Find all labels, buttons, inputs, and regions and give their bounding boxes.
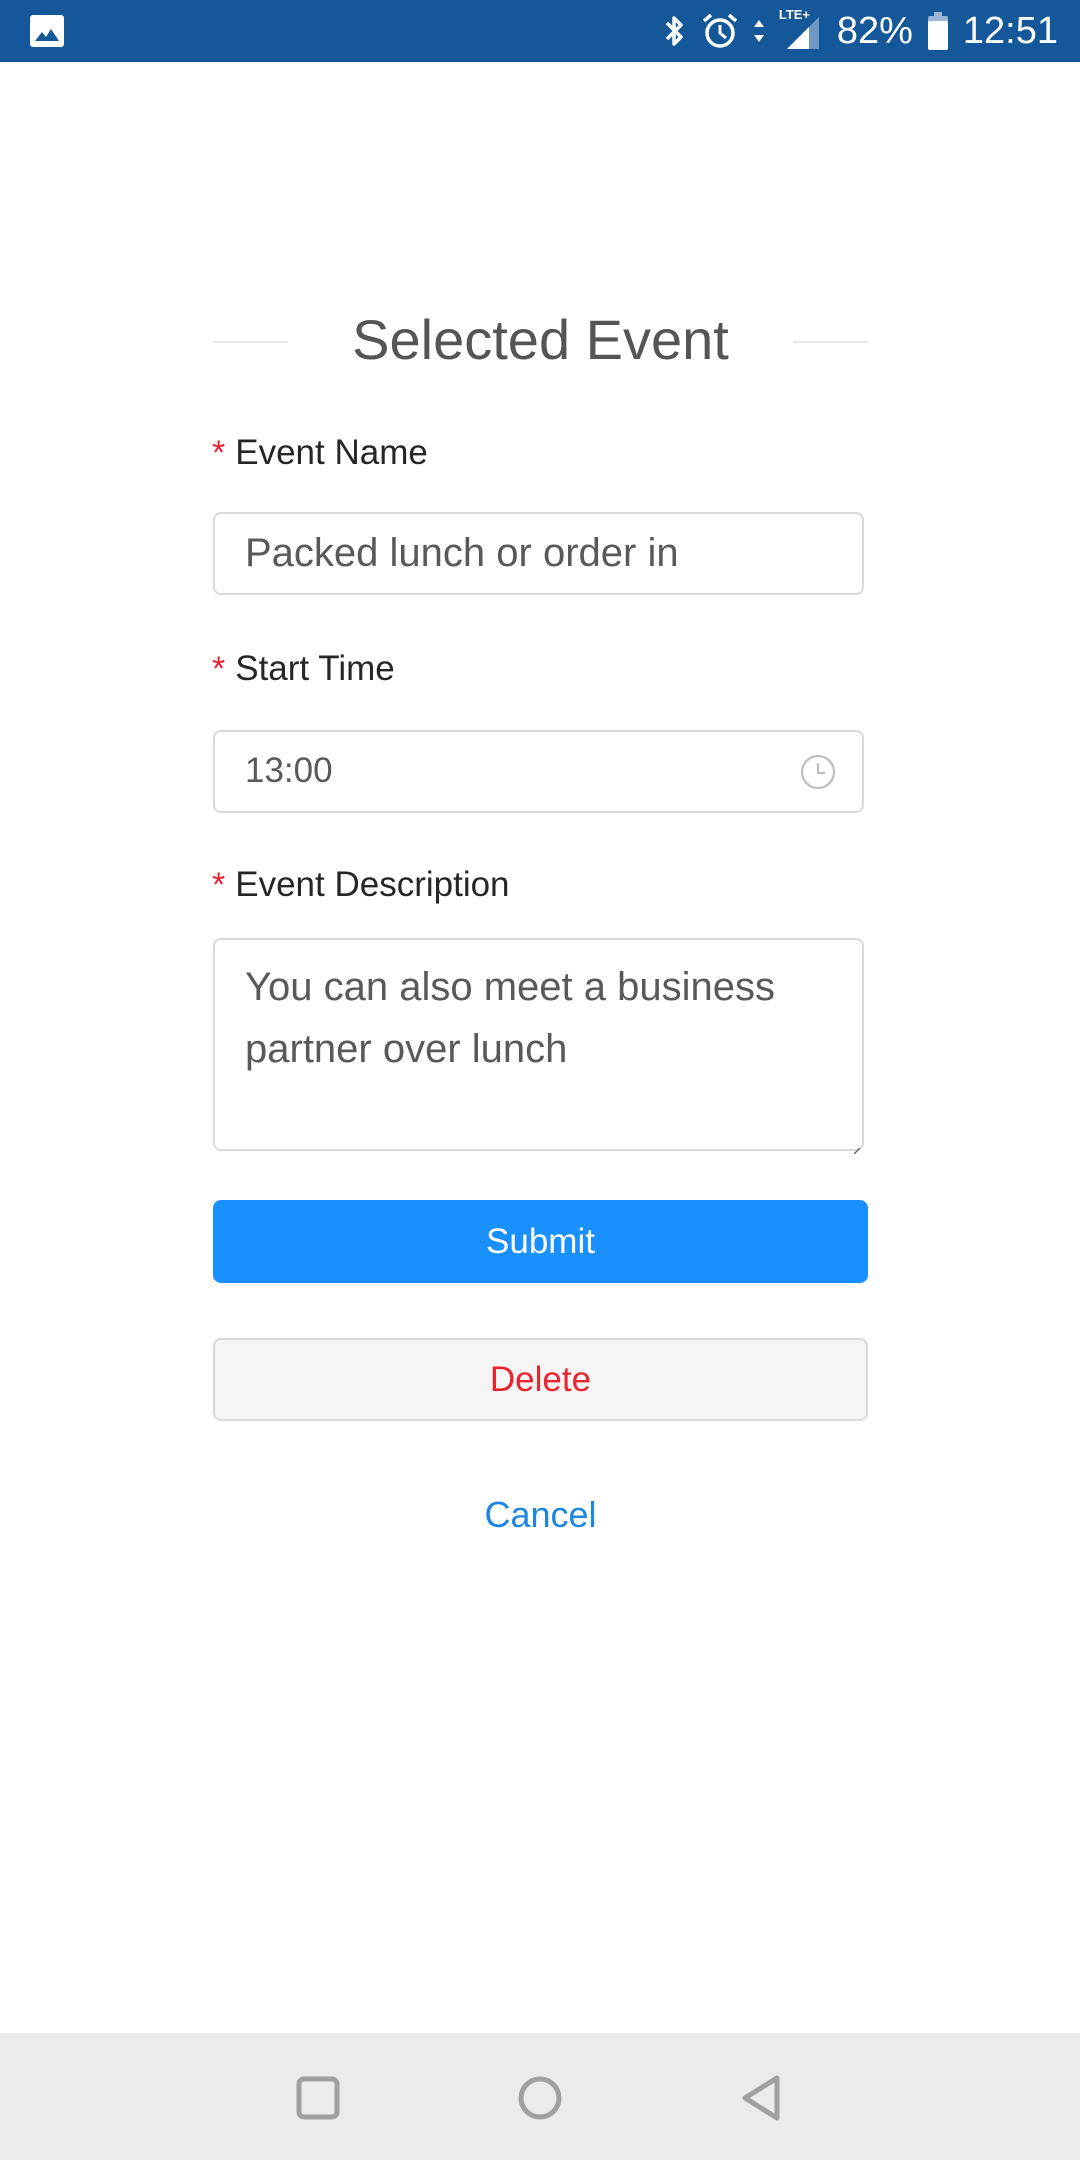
battery-icon bbox=[927, 12, 949, 50]
event-name-input[interactable]: Packed lunch or order in bbox=[213, 512, 864, 595]
resize-handle-icon[interactable] bbox=[853, 1141, 861, 1155]
cancel-link[interactable]: Cancel bbox=[213, 1490, 868, 1540]
status-icons: LTE+ 82% 12:51 bbox=[663, 0, 1058, 62]
event-description-label: * Event Description bbox=[212, 865, 510, 905]
title-divider-right bbox=[793, 341, 868, 343]
required-marker: * bbox=[212, 866, 226, 904]
submit-button[interactable]: Submit bbox=[213, 1200, 868, 1283]
data-arrows-icon bbox=[753, 16, 765, 46]
required-marker: * bbox=[212, 650, 226, 688]
event-name-value[interactable]: Packed lunch or order in bbox=[245, 522, 679, 584]
bluetooth-icon bbox=[663, 13, 687, 49]
battery-percent: 82% bbox=[836, 9, 913, 52]
start-time-value[interactable]: 13:00 bbox=[245, 740, 333, 802]
gallery-icon bbox=[30, 15, 64, 47]
event-description-textarea[interactable]: You can also meet a business partner ove… bbox=[213, 938, 864, 1155]
clock-icon[interactable] bbox=[800, 754, 836, 790]
required-marker: * bbox=[212, 434, 226, 472]
event-name-label: * Event Name bbox=[212, 433, 428, 473]
start-time-picker[interactable]: 13:00 bbox=[213, 730, 864, 813]
alarm-icon bbox=[701, 12, 739, 50]
event-description-value[interactable]: You can also meet a business partner ove… bbox=[245, 956, 832, 1080]
event-name-label-text: Event Name bbox=[235, 433, 428, 472]
clock-time: 12:51 bbox=[962, 9, 1058, 52]
start-time-label-text: Start Time bbox=[235, 649, 395, 688]
home-icon[interactable] bbox=[515, 2073, 565, 2123]
navigation-bar bbox=[0, 2033, 1080, 2160]
signal-lte-icon: LTE+ bbox=[779, 7, 823, 53]
recents-icon[interactable] bbox=[293, 2073, 343, 2123]
back-icon[interactable] bbox=[737, 2073, 787, 2123]
event-description-label-text: Event Description bbox=[235, 865, 510, 904]
start-time-label: * Start Time bbox=[212, 649, 395, 689]
delete-button[interactable]: Delete bbox=[213, 1338, 868, 1421]
status-bar: LTE+ 82% 12:51 bbox=[0, 0, 1080, 62]
page-title: Selected Event bbox=[352, 308, 729, 371]
